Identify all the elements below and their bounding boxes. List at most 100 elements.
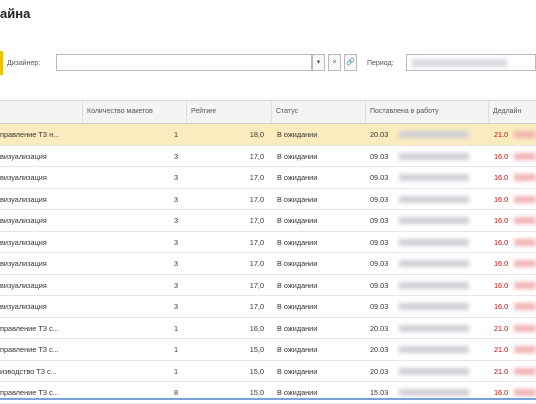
- cell-name: визуализация: [0, 237, 47, 247]
- page-title: айна: [0, 6, 31, 21]
- redacted-time: [399, 195, 469, 203]
- cell-name: правление ТЗ с...: [0, 345, 59, 354]
- redacted-deadline: [514, 303, 536, 310]
- table-row[interactable]: визуализация 3 17,0 В ожидании 09.03 16.0: [0, 275, 536, 296]
- redacted-deadline: [514, 324, 536, 332]
- cell-name: визуализация: [0, 302, 47, 311]
- cell-count: 1: [173, 323, 178, 333]
- clear-button[interactable]: ×: [328, 54, 341, 71]
- table-row[interactable]: правление ТЗ с... 1 15,0 В ожидании 20.03 21.…: [0, 339, 536, 361]
- cell-started: 09.03: [370, 151, 389, 161]
- cell-name: визуализация: [0, 173, 47, 182]
- cell-started: 20.03: [370, 130, 389, 139]
- cell-name: визуализация: [0, 194, 47, 204]
- cell-status: В ожидании: [277, 216, 318, 225]
- redacted-time: [399, 346, 469, 353]
- chevron-down-icon: ▾: [316, 59, 321, 66]
- cell-started: 09.03: [370, 280, 389, 290]
- cell-started: 09.03: [370, 237, 389, 247]
- cell-count: 1: [173, 345, 178, 354]
- col-header-name[interactable]: [0, 101, 82, 123]
- table-row[interactable]: визуализация 3 17,0 В ожидании 09.03 16.0: [0, 167, 536, 189]
- cell-started: 09.03: [370, 194, 389, 204]
- cell-started: 20.03: [370, 345, 389, 354]
- cell-count: 3: [173, 280, 178, 290]
- table-row[interactable]: правление ТЗ с... 1 16,0 В ожидании 20.03 21.…: [0, 318, 536, 339]
- cell-status: В ожидании: [277, 280, 318, 290]
- redacted-deadline: [514, 389, 536, 396]
- cell-status: В ожидании: [277, 194, 318, 204]
- cell-count: 3: [173, 173, 178, 182]
- redacted-time: [399, 389, 469, 396]
- cell-name: визуализация: [0, 259, 47, 268]
- open-button[interactable]: 🔗: [344, 54, 357, 71]
- cell-status: В ожидании: [277, 323, 318, 333]
- redacted-deadline: [514, 131, 536, 138]
- cell-count: 1: [173, 130, 178, 139]
- cell-started: 09.03: [370, 302, 389, 311]
- table-row[interactable]: правление ТЗ с... 8 15,0 В ожидании 15.03 16.…: [0, 382, 536, 404]
- cell-name: правление ТЗ с...: [0, 323, 59, 333]
- cell-started: 09.03: [370, 173, 389, 182]
- col-header-rating[interactable]: Рейтинг: [186, 101, 271, 123]
- table-row[interactable]: визуализация 3 17,0 В ожидании 09.03 16.0: [0, 210, 536, 232]
- redacted-period: [412, 59, 507, 67]
- cell-status: В ожидании: [277, 366, 318, 376]
- redacted-time: [399, 367, 469, 375]
- cell-started: 09.03: [370, 259, 389, 268]
- redacted-time: [399, 174, 469, 181]
- col-header-status[interactable]: Статус: [271, 101, 365, 123]
- close-icon: ×: [332, 59, 337, 66]
- redacted-deadline: [514, 346, 536, 353]
- table-row[interactable]: визуализация 3 17,0 В ожидании 09.03 16.0: [0, 296, 536, 318]
- cell-rating: 17,0: [249, 173, 264, 182]
- redacted-deadline: [514, 367, 536, 375]
- cell-name: визуализация: [0, 151, 47, 161]
- cell-name: визуализация: [0, 216, 47, 225]
- designer-label: Дизайнер:: [7, 60, 41, 67]
- cell-rating: 17,0: [249, 151, 264, 161]
- redacted-deadline: [514, 260, 536, 267]
- redacted-time: [399, 281, 469, 289]
- period-label: Период:: [367, 60, 394, 67]
- redacted-time: [399, 260, 469, 267]
- table-row[interactable]: визуализация 3 17,0 В ожидании 09.03 16.0: [0, 253, 536, 275]
- cell-count: 3: [173, 151, 178, 161]
- cell-name: правление ТЗ н...: [0, 130, 60, 139]
- cell-rating: 15,0: [249, 345, 264, 354]
- cell-status: В ожидании: [277, 173, 318, 182]
- cell-started: 09.03: [370, 216, 389, 225]
- col-header-deadline[interactable]: Дедлайн: [488, 101, 536, 123]
- cell-status: В ожидании: [277, 151, 318, 161]
- cell-status: В ожидании: [277, 345, 318, 354]
- redacted-time: [399, 303, 469, 310]
- table-row[interactable]: изводство ТЗ с... 1 15,0 В ожидании 20.03 21.…: [0, 361, 536, 382]
- cell-status: В ожидании: [277, 259, 318, 268]
- table-row[interactable]: визуализация 3 17,0 В ожидании 09.03 16.0: [0, 146, 536, 167]
- redacted-time: [399, 217, 469, 224]
- designer-input[interactable]: [56, 54, 312, 71]
- redacted-deadline: [514, 238, 536, 246]
- cell-rating: 17,0: [249, 302, 264, 311]
- redacted-time: [399, 131, 469, 138]
- cell-count: 1: [173, 366, 178, 376]
- cell-rating: 17,0: [249, 216, 264, 225]
- table-row[interactable]: визуализация 3 17,0 В ожидании 09.03 16.0: [0, 189, 536, 210]
- cell-count: 3: [173, 216, 178, 225]
- dropdown-button[interactable]: ▾: [312, 54, 325, 71]
- window-border: [0, 398, 536, 400]
- cell-rating: 17,0: [249, 280, 264, 290]
- col-header-started[interactable]: Поставлена в работу: [365, 101, 488, 123]
- cell-rating: 18,0: [249, 130, 264, 139]
- cell-count: 3: [173, 259, 178, 268]
- cell-status: В ожидании: [277, 130, 318, 139]
- cell-rating: 15,0: [249, 366, 264, 376]
- table-row[interactable]: правление ТЗ н... 1 18,0 В ожидании 20.03 21.…: [0, 124, 536, 146]
- col-header-count[interactable]: Количество макетов: [82, 101, 186, 123]
- table-row[interactable]: визуализация 3 17,0 В ожидании 09.03 16.0: [0, 232, 536, 253]
- cell-count: 3: [173, 237, 178, 247]
- required-marker: [0, 51, 3, 75]
- cell-started: 20.03: [370, 366, 389, 376]
- period-input[interactable]: [406, 54, 536, 71]
- cell-rating: 17,0: [249, 259, 264, 268]
